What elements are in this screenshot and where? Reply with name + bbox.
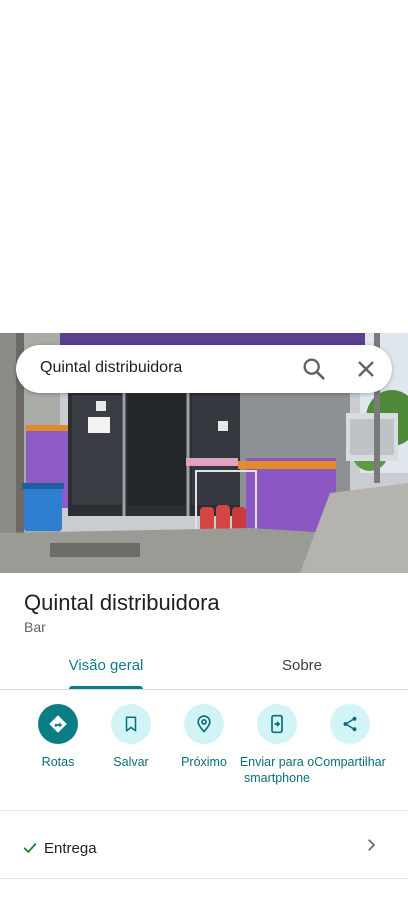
tab-about[interactable]: Sobre xyxy=(262,645,342,689)
attribute-row-delivery[interactable]: Entrega xyxy=(0,826,408,870)
share-label: Compartilhar xyxy=(314,755,386,769)
chevron-right-icon[interactable] xyxy=(362,836,380,854)
place-title: Quintal distribuidora xyxy=(24,590,220,615)
search-bar[interactable]: Quintal distribuidora xyxy=(16,345,392,393)
directions-button[interactable]: Rotas xyxy=(18,704,98,770)
share-button[interactable]: Compartilhar xyxy=(310,704,390,770)
send-to-phone-icon xyxy=(257,704,297,744)
send-to-phone-label: Enviar para o smartphone xyxy=(239,755,315,785)
save-label: Salvar xyxy=(113,755,149,769)
share-icon xyxy=(330,704,370,744)
map-blank-area xyxy=(0,0,408,333)
bookmark-icon xyxy=(111,704,151,744)
save-button[interactable]: Salvar xyxy=(91,704,171,770)
tab-overview-label: Visão geral xyxy=(68,657,144,674)
nearby-icon xyxy=(184,704,224,744)
search-icon[interactable] xyxy=(300,355,328,383)
active-tab-indicator xyxy=(69,686,143,689)
divider xyxy=(0,878,408,879)
tab-overview[interactable]: Visão geral xyxy=(66,645,146,689)
tab-about-label: Sobre xyxy=(281,657,323,674)
check-icon xyxy=(22,840,38,856)
divider xyxy=(0,810,408,811)
place-category: Bar xyxy=(24,619,46,635)
nearby-button[interactable]: Próximo xyxy=(164,704,244,770)
directions-icon xyxy=(38,704,78,744)
attribute-label: Entrega xyxy=(44,840,97,857)
tab-bar: Visão geral Sobre xyxy=(0,645,408,690)
search-input[interactable]: Quintal distribuidora xyxy=(40,359,182,377)
location-icon xyxy=(26,900,42,906)
action-bar: Rotas Salvar Próximo Enviar para o smart… xyxy=(0,700,408,810)
close-icon[interactable] xyxy=(352,355,380,383)
directions-label: Rotas xyxy=(41,755,75,769)
nearby-label: Próximo xyxy=(181,755,227,769)
send-to-phone-button[interactable]: Enviar para o smartphone xyxy=(237,704,317,786)
